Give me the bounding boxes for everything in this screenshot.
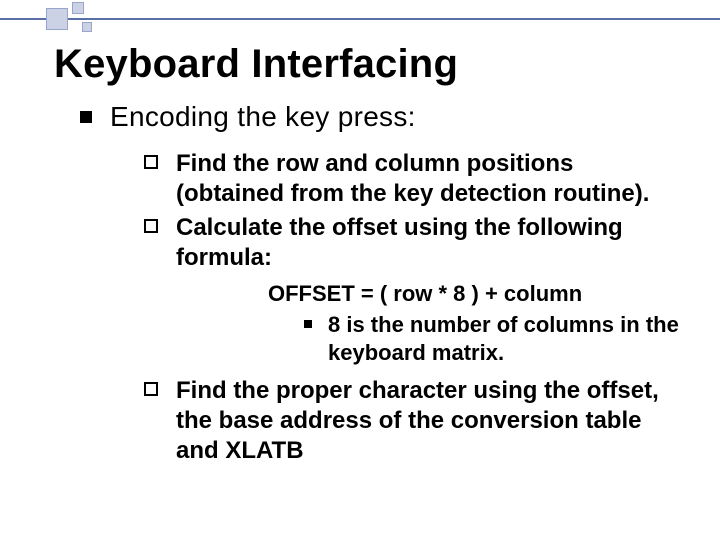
bullet-level-3: 8 is the number of columns in the keyboa… bbox=[304, 311, 686, 366]
bullet-text: Find the row and column positions (obtai… bbox=[176, 149, 686, 209]
filled-square-bullet-icon bbox=[80, 111, 92, 123]
decorative-top-bar bbox=[0, 0, 720, 36]
bullet-text: Calculate the offset using the following… bbox=[176, 213, 686, 273]
decorative-square-icon bbox=[72, 2, 84, 14]
slide-title: Keyboard Interfacing bbox=[54, 42, 686, 87]
formula-text: OFFSET = ( row * 8 ) + column bbox=[268, 281, 686, 307]
hollow-square-bullet-icon bbox=[144, 382, 158, 396]
bullet-text: 8 is the number of columns in the keyboa… bbox=[328, 311, 686, 366]
bullet-text: Encoding the key press: bbox=[110, 101, 416, 133]
horizontal-rule bbox=[0, 18, 720, 20]
slide: Keyboard Interfacing Encoding the key pr… bbox=[0, 0, 720, 540]
slide-content: Keyboard Interfacing Encoding the key pr… bbox=[0, 42, 720, 466]
bullet-level-2: Find the row and column positions (obtai… bbox=[144, 149, 686, 209]
decorative-square-icon bbox=[46, 8, 68, 30]
decorative-square-icon bbox=[82, 22, 92, 32]
bullet-level-2: Calculate the offset using the following… bbox=[144, 213, 686, 273]
bullet-level-2: Find the proper character using the offs… bbox=[144, 376, 686, 466]
sub-bullet-group: Find the row and column positions (obtai… bbox=[144, 149, 686, 466]
hollow-square-bullet-icon bbox=[144, 155, 158, 169]
bullet-level-1: Encoding the key press: bbox=[80, 101, 686, 133]
hollow-square-bullet-icon bbox=[144, 219, 158, 233]
filled-square-bullet-icon bbox=[304, 320, 312, 328]
bullet-text: Find the proper character using the offs… bbox=[176, 376, 686, 466]
